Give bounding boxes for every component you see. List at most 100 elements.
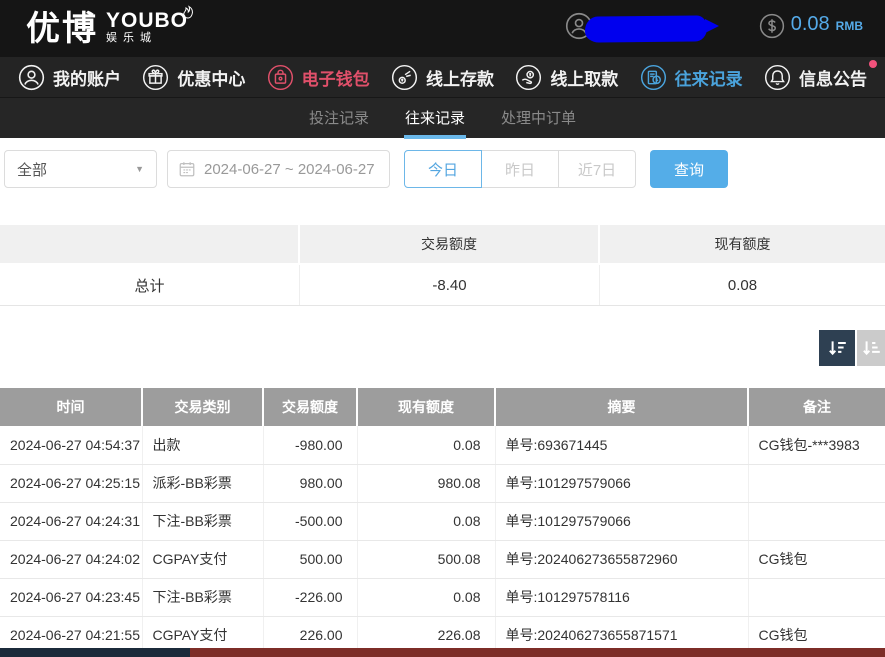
balance-display[interactable]: 0.08 RMB: [759, 13, 863, 44]
cell-amount: -980.00: [263, 426, 357, 464]
site-logo[interactable]: 优博 YOUBO 娱乐城: [26, 5, 188, 53]
coin-dollar-icon: [759, 13, 785, 44]
table-row: 2024-06-27 04:23:45 下注-BB彩票 -226.00 0.08…: [0, 578, 885, 616]
cell-type: 出款: [142, 426, 263, 464]
filter-row: 全部 ▼ 2024-06-27 ~ 2024-06-27 今日 昨日 近7日 查…: [4, 150, 885, 188]
summary-header-empty: [0, 225, 300, 263]
sort-descending-icon: [826, 337, 848, 359]
cell-amount: -500.00: [263, 502, 357, 540]
cell-remark: [748, 502, 885, 540]
deposit-icon: [391, 64, 418, 91]
cell-amount: 980.00: [263, 464, 357, 502]
cell-remark: CG钱包-***3983: [748, 426, 885, 464]
type-select-value: 全部: [17, 159, 47, 180]
cell-type: CGPAY支付: [142, 540, 263, 578]
flame-icon: [180, 3, 196, 24]
cell-balance: 0.08: [357, 502, 495, 540]
logo-sub-text: 娱乐城: [106, 32, 188, 45]
date-range-input[interactable]: 2024-06-27 ~ 2024-06-27: [167, 150, 390, 188]
cell-balance: 0.08: [357, 578, 495, 616]
cell-type: 派彩-BB彩票: [142, 464, 263, 502]
date-range-value: 2024-06-27 ~ 2024-06-27: [204, 161, 375, 178]
chevron-down-icon: ▼: [135, 164, 144, 174]
main-nav: 我的账户 优惠中心 电子钱包 线上存款 线上取款: [0, 57, 885, 98]
gift-icon: [142, 64, 169, 91]
balance-currency: RMB: [836, 19, 863, 33]
header-balance: 现有额度: [357, 388, 495, 426]
tab-transaction-records[interactable]: 往来记录: [405, 107, 465, 137]
nav-label: 优惠中心: [177, 65, 245, 90]
cell-time: 2024-06-27 04:54:37: [0, 426, 142, 464]
cell-balance: 500.08: [357, 540, 495, 578]
sort-ascending-icon: [860, 337, 882, 359]
summary-header: 交易额度 现有额度: [0, 225, 885, 263]
nav-item-promotions[interactable]: 优惠中心: [142, 64, 245, 91]
cell-remark: CG钱包: [748, 540, 885, 578]
summary-header-amount: 交易额度: [300, 225, 600, 263]
nav-label: 信息公告: [799, 65, 867, 90]
header-amount: 交易额度: [263, 388, 357, 426]
tab-betting-records[interactable]: 投注记录: [309, 107, 369, 137]
nav-label: 线上存款: [426, 65, 494, 90]
header-remark: 备注: [748, 388, 885, 426]
cell-remark: [748, 464, 885, 502]
cell-summary: 单号:101297579066: [495, 464, 748, 502]
user-account[interactable]: [565, 12, 707, 45]
header-time: 时间: [0, 388, 142, 426]
table-row: 2024-06-27 04:25:15 派彩-BB彩票 980.00 980.0…: [0, 464, 885, 502]
sort-ascending-button[interactable]: [857, 330, 885, 366]
footer-maroon-segment: [190, 648, 885, 657]
sort-controls: [0, 330, 885, 366]
summary-header-balance: 现有额度: [600, 225, 885, 263]
cell-balance: 980.08: [357, 464, 495, 502]
quick-today-button[interactable]: 今日: [404, 150, 482, 188]
username-redaction: [585, 15, 707, 42]
nav-label: 我的账户: [53, 65, 121, 90]
nav-item-announcements[interactable]: 信息公告: [764, 64, 867, 91]
nav-item-e-wallet[interactable]: 电子钱包: [267, 64, 370, 91]
cell-summary: 单号:101297578116: [495, 578, 748, 616]
logo-en-text: YOUBO: [106, 10, 188, 32]
cell-balance: 0.08: [357, 426, 495, 464]
cell-type: 下注-BB彩票: [142, 578, 263, 616]
sort-descending-button[interactable]: [819, 330, 855, 366]
nav-item-transaction-records[interactable]: 往来记录: [640, 64, 743, 91]
summary-total-amount: -8.40: [300, 265, 600, 305]
withdraw-icon: [515, 64, 542, 91]
cell-time: 2024-06-27 04:23:45: [0, 578, 142, 616]
nav-item-withdraw[interactable]: 线上取款: [515, 64, 618, 91]
table-row: 2024-06-27 04:24:02 CGPAY支付 500.00 500.0…: [0, 540, 885, 578]
transactions-table: 时间 交易类别 交易额度 现有额度 摘要 备注 2024-06-27 04:54…: [0, 388, 885, 655]
calendar-icon: [178, 160, 196, 178]
search-button[interactable]: 查询: [650, 150, 728, 188]
type-select[interactable]: 全部 ▼: [4, 150, 157, 188]
cell-summary: 单号:101297579066: [495, 502, 748, 540]
bell-icon: [764, 64, 791, 91]
username-redaction-tail: [705, 19, 719, 33]
tab-pending-orders[interactable]: 处理中订单: [501, 107, 576, 137]
nav-label: 往来记录: [675, 65, 743, 90]
summary-total-row: 总计 -8.40 0.08: [0, 265, 885, 306]
nav-item-deposit[interactable]: 线上存款: [391, 64, 494, 91]
transactions-table-header: 时间 交易类别 交易额度 现有额度 摘要 备注: [0, 388, 885, 426]
quick-yesterday-button[interactable]: 昨日: [481, 150, 559, 188]
header-type: 交易类别: [142, 388, 263, 426]
cell-summary: 单号:202406273655872960: [495, 540, 748, 578]
cell-remark: [748, 578, 885, 616]
cell-time: 2024-06-27 04:25:15: [0, 464, 142, 502]
user-icon: [18, 64, 45, 91]
quick-last7days-button[interactable]: 近7日: [558, 150, 636, 188]
footer-bar: [0, 648, 885, 657]
nav-label: 线上取款: [550, 65, 618, 90]
table-row: 2024-06-27 04:54:37 出款 -980.00 0.08 单号:6…: [0, 426, 885, 464]
table-row: 2024-06-27 04:24:31 下注-BB彩票 -500.00 0.08…: [0, 502, 885, 540]
cell-amount: 500.00: [263, 540, 357, 578]
summary-total-label: 总计: [0, 265, 300, 305]
cell-summary: 单号:693671445: [495, 426, 748, 464]
footer-navy-segment: [0, 648, 190, 657]
cell-amount: -226.00: [263, 578, 357, 616]
logo-cn-text: 优博: [26, 5, 98, 53]
nav-item-my-account[interactable]: 我的账户: [18, 64, 121, 91]
summary-total-balance: 0.08: [600, 265, 885, 305]
nav-label: 电子钱包: [302, 65, 370, 90]
